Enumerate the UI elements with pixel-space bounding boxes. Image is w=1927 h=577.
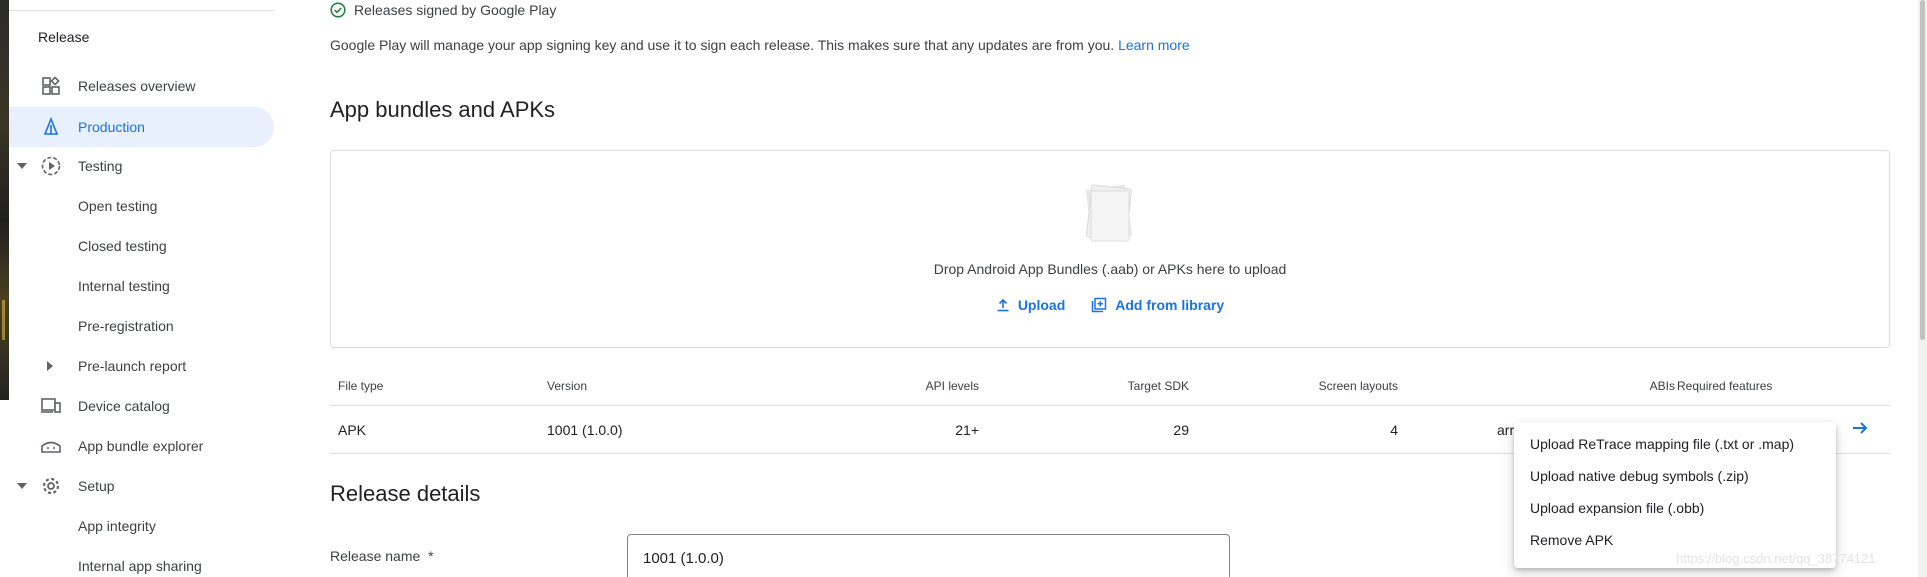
release-name-label: Release name *: [330, 548, 434, 564]
sidebar-item-app-bundle-explorer[interactable]: App bundle explorer: [9, 426, 274, 466]
sidebar-item-label: Testing: [78, 158, 123, 174]
cell-api-levels: 21+: [955, 421, 979, 438]
sidebar-item-label: Releases overview: [78, 78, 196, 94]
sidebar-item-label: Setup: [78, 478, 115, 494]
upload-button-label: Upload: [1017, 297, 1066, 313]
dashboard-icon: [40, 75, 62, 97]
sidebar-item-label: Internal app sharing: [78, 558, 202, 574]
sidebar-item-closed-testing[interactable]: Closed testing: [9, 226, 274, 266]
chevron-right-icon[interactable]: [47, 361, 53, 371]
sidebar-item-pre-launch-report[interactable]: Pre-launch report: [9, 346, 274, 386]
document-stack-icon: [1085, 184, 1133, 242]
testing-icon: [40, 155, 62, 177]
apk-context-menu: Upload ReTrace mapping file (.txt or .ma…: [1514, 422, 1836, 568]
sidebar-item-internal-testing[interactable]: Internal testing: [9, 266, 274, 306]
sidebar-item-pre-registration[interactable]: Pre-registration: [9, 306, 274, 346]
learn-more-link[interactable]: Learn more: [1118, 37, 1190, 53]
col-version: Version: [547, 378, 588, 393]
sidebar-item-label: Open testing: [78, 198, 158, 214]
cell-target-sdk: 29: [1173, 421, 1189, 438]
sidebar-item-device-catalog[interactable]: Device catalog: [9, 386, 274, 426]
add-from-library-label: Add from library: [1115, 297, 1225, 313]
cell-file-type: APK: [338, 421, 367, 438]
production-icon: [40, 116, 62, 138]
devices-icon: [40, 395, 62, 417]
add-from-library-button[interactable]: Add from library: [1091, 297, 1224, 313]
sidebar-item-app-integrity[interactable]: App integrity: [9, 506, 274, 546]
col-file-type: File type: [338, 378, 384, 393]
sidebar-item-production[interactable]: Production: [9, 107, 274, 147]
sidebar-section-title: Release: [38, 29, 90, 45]
release-details-heading: Release details: [330, 481, 481, 506]
library-add-icon: [1092, 297, 1107, 313]
col-screen-layouts: Screen layouts: [1318, 378, 1398, 393]
col-abis: ABIs: [1649, 378, 1675, 393]
chevron-down-icon[interactable]: [17, 163, 27, 169]
signing-status: Releases signed by Google Play: [330, 2, 556, 18]
sidebar-item-testing[interactable]: Testing: [9, 146, 274, 186]
dropzone-text: Drop Android App Bundles (.aab) or APKs …: [933, 261, 1287, 277]
dropzone-actions: Upload Add from library: [331, 297, 1889, 313]
menu-upload-debug-symbols[interactable]: Upload native debug symbols (.zip): [1514, 460, 1836, 492]
sidebar-item-label: App integrity: [78, 518, 156, 534]
app-bundle-icon: [40, 435, 62, 457]
menu-upload-retrace[interactable]: Upload ReTrace mapping file (.txt or .ma…: [1514, 428, 1836, 460]
scrollbar[interactable]: [1918, 0, 1927, 577]
sidebar-item-label: Pre-launch report: [78, 358, 187, 374]
cell-screen-layouts: 4: [1390, 421, 1398, 438]
sidebar-item-releases-overview[interactable]: Releases overview: [9, 66, 274, 106]
chevron-down-icon[interactable]: [17, 483, 27, 489]
sidebar-item-label: App bundle explorer: [78, 438, 204, 454]
sidebar-item-open-testing[interactable]: Open testing: [9, 186, 274, 226]
upload-dropzone[interactable]: Drop Android App Bundles (.aab) or APKs …: [330, 150, 1890, 348]
sidebar-item-setup[interactable]: Setup: [9, 466, 274, 506]
background-edge: [0, 0, 9, 400]
sidebar-item-label: Internal testing: [78, 278, 170, 294]
upload-icon: [997, 298, 1009, 312]
required-mark: *: [428, 548, 434, 564]
scrollbar-thumb[interactable]: [1920, 0, 1925, 340]
arrow-right-icon[interactable]: [1850, 418, 1870, 441]
sidebar: Release Releases overview Production Tes…: [9, 0, 284, 577]
gear-icon: [40, 475, 62, 497]
sidebar-item-label: Closed testing: [78, 238, 167, 254]
col-required-features: Required features: [1677, 378, 1773, 393]
upload-button[interactable]: Upload: [996, 297, 1065, 313]
sidebar-divider: [9, 10, 274, 11]
sidebar-item-internal-app-sharing[interactable]: Internal app sharing: [9, 546, 274, 577]
bundles-heading: App bundles and APKs: [330, 97, 556, 122]
sidebar-item-label: Production: [78, 119, 145, 135]
cell-abis: arr: [1497, 421, 1515, 438]
release-name-label-text: Release name: [330, 548, 421, 564]
signing-description-text: Google Play will manage your app signing…: [330, 37, 1115, 53]
menu-upload-expansion[interactable]: Upload expansion file (.obb): [1514, 492, 1836, 524]
check-circle-icon: [330, 2, 346, 18]
sidebar-item-label: Pre-registration: [78, 318, 174, 334]
cell-version: 1001 (1.0.0): [547, 421, 623, 438]
signing-description: Google Play will manage your app signing…: [330, 37, 1190, 53]
watermark: https://blog.csdn.net/qq_38774121: [1676, 551, 1876, 566]
sidebar-item-label: Device catalog: [78, 398, 170, 414]
col-api-levels: API levels: [925, 378, 979, 393]
table-header: File type Version API levels Target SDK S…: [330, 366, 1890, 406]
col-target-sdk: Target SDK: [1127, 378, 1189, 393]
release-name-field[interactable]: 1001 (1.0.0): [627, 534, 1230, 577]
signing-title: Releases signed by Google Play: [354, 2, 557, 18]
